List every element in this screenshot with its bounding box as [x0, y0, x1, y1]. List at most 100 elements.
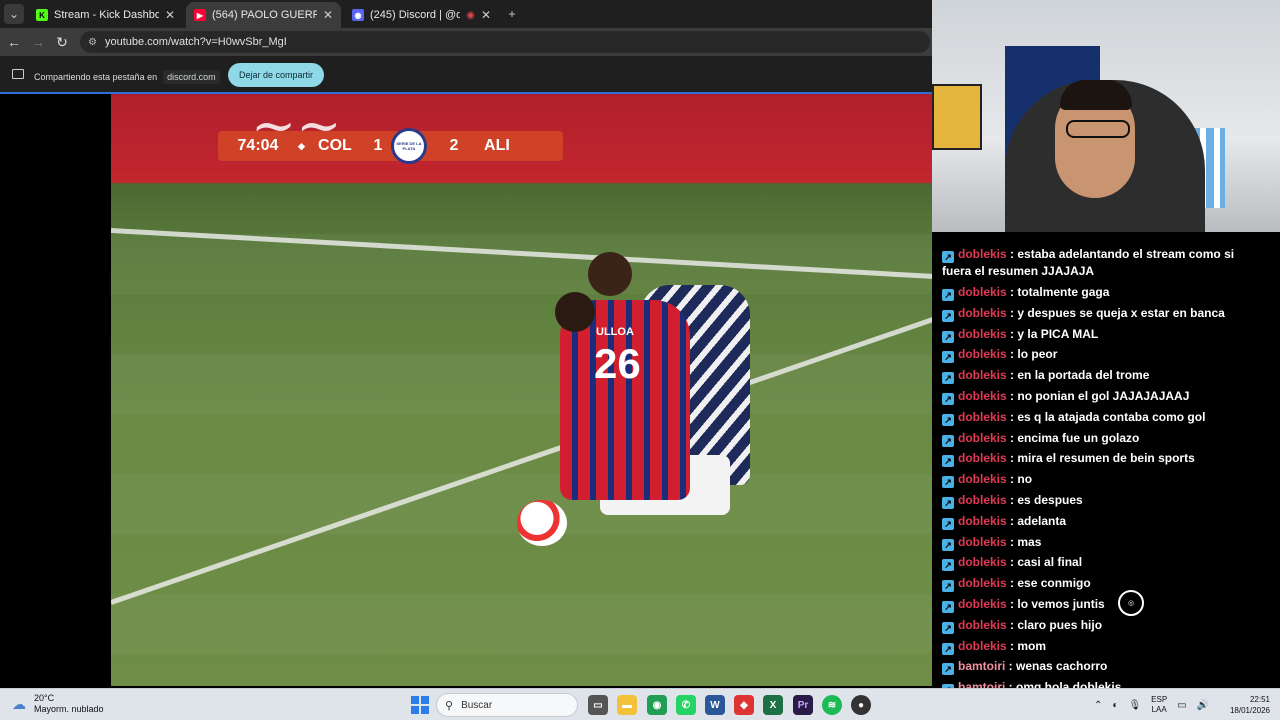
- word-icon[interactable]: W: [705, 695, 725, 715]
- league-logo-text: SERIE DE LA PLATA: [396, 141, 422, 151]
- chat-badge-icon: ↗: [942, 413, 954, 426]
- language-indicator[interactable]: ESP LAA: [1151, 695, 1167, 715]
- network-icon[interactable]: ▭: [1177, 700, 1186, 711]
- chat-message: ↗ doblekis : adelanta: [942, 513, 1262, 530]
- chat-separator: :: [1006, 451, 1018, 466]
- league-logo: SERIE DE LA PLATA: [390, 128, 427, 164]
- chat-separator: :: [1006, 389, 1018, 403]
- share-domain: discord.com: [163, 70, 220, 84]
- site-info-icon[interactable]: ⚙: [88, 37, 97, 48]
- chat-overlay: ↗ doblekis : estaba adelantando el stream…: [932, 232, 1280, 688]
- taskbar: ☁ 20°C Mayorm. nublado ⚲ Buscar ▭ ▬ ◉ ✆ …: [0, 688, 1280, 720]
- chrome-icon[interactable]: ◉: [647, 695, 667, 715]
- chat-separator: :: [1006, 285, 1018, 299]
- chat-message: ↗ doblekis : en la portada del trome: [942, 367, 1262, 385]
- red-app-icon[interactable]: ◆: [734, 695, 754, 715]
- chat-separator: :: [1006, 430, 1018, 445]
- tray-app-icon[interactable]: ◐: [1112, 700, 1118, 711]
- taskbar-search[interactable]: ⚲ Buscar: [436, 693, 578, 717]
- chat-message: ↗ doblekis : casi al final: [942, 554, 1262, 572]
- chat-separator: :: [1006, 347, 1018, 362]
- reload-icon[interactable]: ↻: [54, 34, 70, 50]
- forward-arrow-icon[interactable]: →: [30, 34, 46, 50]
- tab-youtube[interactable]: ▶ (564) PAOLO GUERRERO V ✕: [186, 2, 341, 28]
- taskbar-clock[interactable]: 22:51 18/01/2026: [1222, 694, 1270, 716]
- task-view-icon[interactable]: ▭: [588, 695, 608, 715]
- chat-text: mas: [1017, 534, 1042, 549]
- cloud-icon: ☁: [12, 696, 26, 712]
- whatsapp-icon[interactable]: ✆: [676, 695, 696, 715]
- football-pitch-frame: ~~: [111, 94, 932, 686]
- tab-list-chevron-icon[interactable]: ⌄: [4, 4, 24, 24]
- clock-date: 18/01/2026: [1229, 706, 1270, 715]
- excel-icon[interactable]: X: [763, 695, 783, 715]
- obs-icon[interactable]: ●: [851, 695, 871, 715]
- chat-separator: :: [1005, 680, 1017, 688]
- home-team: COL: [318, 137, 352, 154]
- chat-text: ese conmigo: [1017, 576, 1091, 591]
- chat-badge-icon: ↗: [942, 476, 954, 489]
- file-explorer-icon[interactable]: ▬: [617, 695, 637, 715]
- chat-separator: :: [1006, 472, 1018, 487]
- chat-message: ↗ doblekis : ese conmigo: [942, 575, 1262, 593]
- lang-bottom: LAA: [1151, 705, 1167, 714]
- chat-username: doblekis: [958, 513, 1007, 528]
- premiere-icon[interactable]: Pr: [793, 695, 813, 715]
- chat-badge-icon: ↗: [942, 559, 954, 572]
- chat-separator: :: [1006, 638, 1018, 653]
- chat-separator: :: [1006, 555, 1018, 570]
- close-tab-icon[interactable]: ✕: [323, 8, 333, 22]
- tab-title: (245) Discord | @doblekis.: [370, 9, 461, 21]
- chat-username: doblekis: [958, 638, 1007, 653]
- home-score: 1: [373, 137, 383, 154]
- chat-text: y despues se queja x estar en banca: [1017, 305, 1225, 320]
- weather-widget[interactable]: ☁ 20°C Mayorm. nublado: [12, 693, 104, 715]
- volume-icon[interactable]: 🔊: [1197, 700, 1209, 711]
- chat-username: doblekis: [958, 430, 1007, 445]
- chat-text: mom: [1017, 638, 1047, 653]
- microphone-icon[interactable]: 🎙: [1128, 700, 1141, 711]
- chat-username: doblekis: [958, 472, 1007, 487]
- chat-username: doblekis: [958, 305, 1007, 320]
- chat-username: doblekis: [958, 493, 1007, 507]
- chat-text: adelanta: [1017, 513, 1067, 528]
- new-tab-icon[interactable]: +: [502, 4, 522, 24]
- chat-text: y la PICA MAL: [1017, 326, 1099, 341]
- system-tray: ⌃ ◐ 🎙 ESP LAA ▭ 🔊: [1094, 695, 1209, 715]
- screen-share-bar: Compartiendo esta pestaña en discord.com…: [0, 56, 932, 94]
- back-arrow-icon[interactable]: ←: [6, 34, 22, 50]
- address-bar: ← → ↻ ⚙ youtube.com/watch?v=H0wvSbr_MgI: [0, 28, 932, 56]
- share-notice: Compartiendo esta pestaña en discord.com: [34, 70, 220, 84]
- tab-discord[interactable]: ◉ (245) Discord | @doblekis. ◉ ✕: [344, 2, 499, 28]
- chat-username: doblekis: [958, 326, 1007, 341]
- player-red-number: 26: [594, 340, 641, 387]
- chat-separator: :: [1006, 326, 1018, 341]
- close-tab-icon[interactable]: ✕: [165, 8, 175, 22]
- url-field[interactable]: ⚙ youtube.com/watch?v=H0wvSbr_MgI: [80, 31, 930, 53]
- chat-username: doblekis: [958, 409, 1007, 424]
- chat-badge-icon: ↗: [942, 351, 954, 364]
- chat-message: ↗ doblekis : y despues se queja x estar e…: [942, 305, 1262, 322]
- away-team: ALI: [484, 137, 510, 154]
- windows-start-icon[interactable]: [411, 696, 429, 714]
- chat-badge-icon: ↗: [942, 309, 954, 322]
- screen-share-icon: [12, 69, 24, 79]
- chat-badge-icon: ↗: [942, 289, 954, 301]
- chat-badge-icon: ↗: [942, 621, 954, 634]
- chat-separator: :: [1006, 576, 1018, 591]
- search-placeholder: Buscar: [461, 699, 493, 711]
- chat-username: doblekis: [958, 534, 1007, 549]
- chat-separator: :: [1005, 659, 1017, 674]
- chat-username: doblekis: [958, 368, 1007, 383]
- chat-message: ↗ doblekis : mira el resumen de bein spor…: [942, 450, 1262, 468]
- spotify-icon[interactable]: ≋: [822, 695, 842, 715]
- stop-sharing-button[interactable]: Dejar de compartir: [228, 63, 324, 87]
- chat-username: doblekis: [958, 597, 1007, 611]
- chat-badge-icon: ↗: [942, 455, 954, 468]
- chat-username: doblekis: [958, 285, 1007, 299]
- tab-kick-dashboard[interactable]: K Stream - Kick Dashboard ✕: [28, 2, 183, 28]
- football: [517, 500, 567, 546]
- tray-chevron-up-icon[interactable]: ⌃: [1094, 700, 1102, 711]
- close-tab-icon[interactable]: ✕: [481, 8, 491, 22]
- chat-separator: :: [1006, 247, 1018, 261]
